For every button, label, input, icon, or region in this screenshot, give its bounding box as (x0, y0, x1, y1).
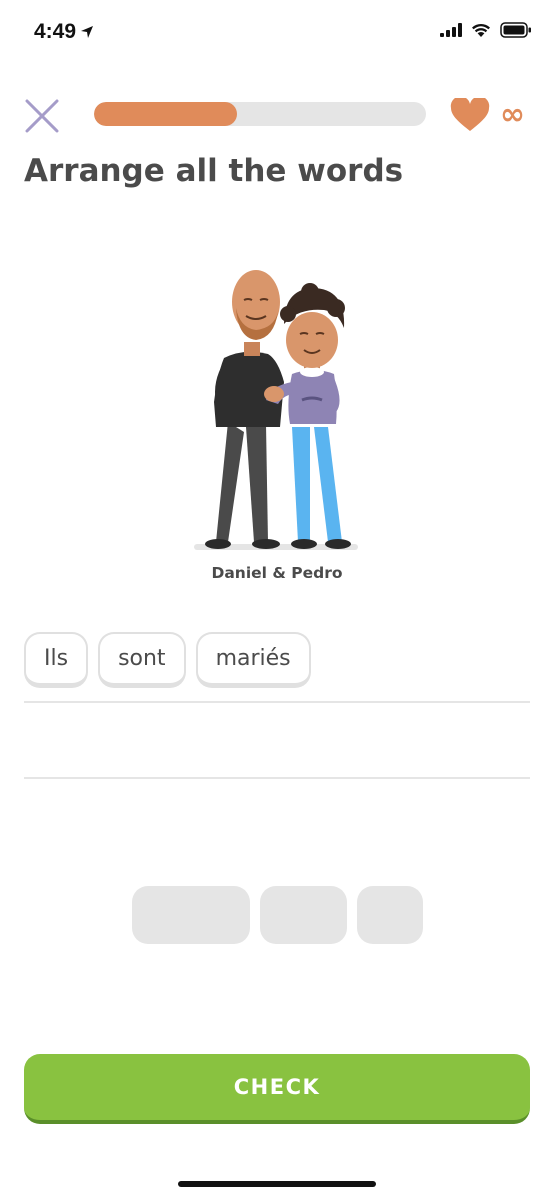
close-button[interactable] (22, 96, 62, 136)
answer-word-chip[interactable]: mariés (195, 632, 311, 688)
answer-line-1 (24, 701, 530, 703)
answer-word-chip[interactable]: sont (98, 632, 186, 688)
home-indicator[interactable] (178, 1181, 376, 1187)
illustration-caption: Daniel & Pedro (211, 564, 343, 582)
status-icons (440, 22, 532, 38)
wifi-icon (472, 23, 490, 37)
lesson-progress-fill (94, 102, 237, 126)
cellular-signal-icon (440, 23, 462, 37)
status-time-text: 4:49 (34, 20, 77, 43)
exercise-title: Arrange all the words (24, 153, 404, 189)
word-bank-slot (132, 886, 250, 944)
check-button[interactable]: CHECK (24, 1054, 530, 1124)
status-time: 4:49 (34, 20, 94, 44)
character-illustration (194, 270, 358, 550)
answer-word-chip[interactable]: Ils (24, 632, 89, 688)
heart-icon (450, 98, 490, 131)
close-icon (25, 99, 59, 133)
lives-count: ∞ (500, 97, 525, 132)
lesson-progress-bar (94, 102, 426, 126)
battery-icon (500, 22, 531, 38)
word-bank-slot (260, 886, 347, 944)
word-bank-slot (357, 886, 423, 944)
word-bank (132, 886, 423, 944)
answer-line-2 (24, 777, 530, 779)
answer-area: Ils sont mariés (24, 632, 530, 688)
location-arrow-icon (81, 26, 94, 38)
